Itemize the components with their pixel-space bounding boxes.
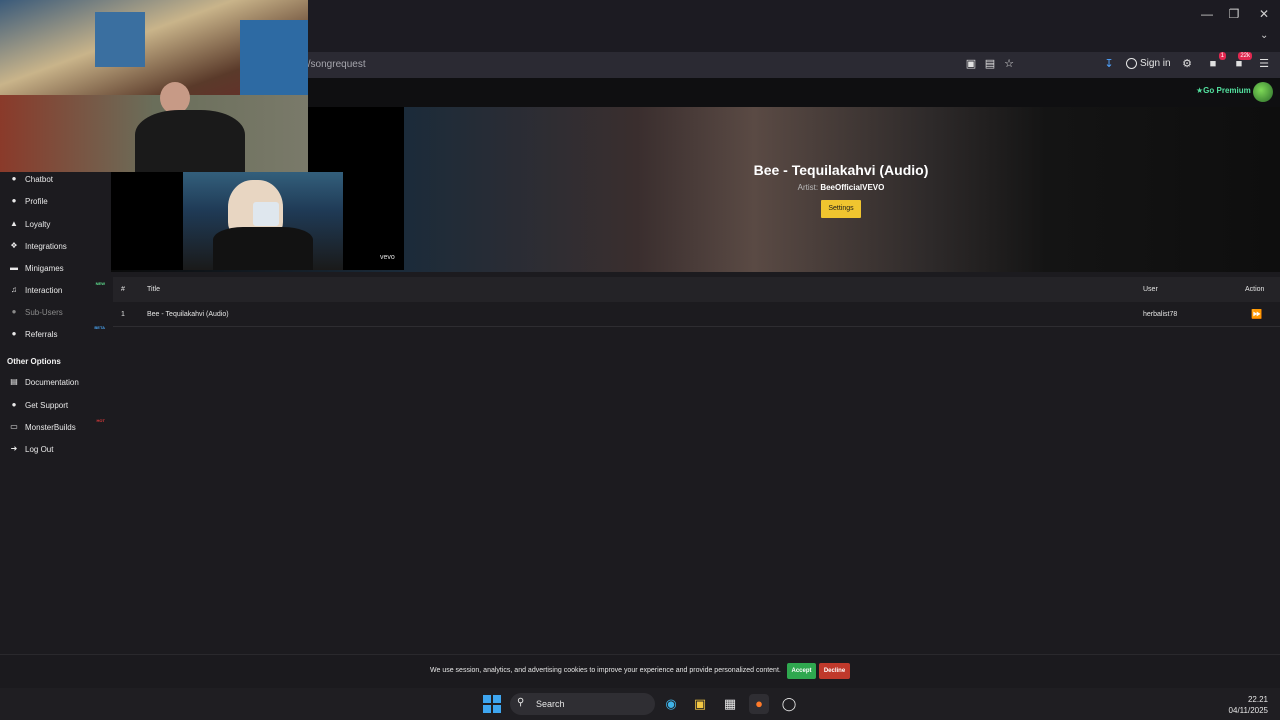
video-thumbnail (183, 172, 343, 270)
row-title: Bee - Tequilakahvi (Audio) (147, 311, 229, 318)
table-header: # Title User Action (113, 277, 1280, 302)
person-body (135, 110, 245, 172)
tab-list-chevron-icon[interactable]: ⌄ (1260, 30, 1268, 41)
beta-badge: BETA (94, 325, 105, 330)
mug-image (253, 202, 279, 226)
profile-icon: ● (11, 196, 17, 205)
edge-browser-icon[interactable]: ◉ (661, 694, 681, 714)
sidebar-item-get-support[interactable]: ● Get Support (0, 395, 111, 415)
clock-time: 22.21 (1247, 695, 1268, 704)
sidebar-item-chatbot[interactable]: ● Chatbot (0, 169, 111, 189)
go-premium-link[interactable]: ★Go Premium (1196, 86, 1251, 95)
sidebar-item-monsterbuilds[interactable]: ▭ MonsterBuilds HOT (0, 417, 111, 437)
steam-icon[interactable]: ◯ (779, 694, 799, 714)
row-index: 1 (121, 311, 125, 318)
vevo-watermark: vevo (380, 254, 395, 261)
logout-icon: ➜ (10, 444, 18, 453)
menu-hamburger-icon[interactable]: ☰ (1256, 56, 1272, 72)
users-icon: ● (11, 307, 17, 316)
sidebar-item-documentation[interactable]: ▤ Documentation (0, 372, 111, 392)
column-header-index: # (121, 286, 125, 293)
settings-button[interactable]: Settings (821, 200, 861, 218)
song-title: Bee - Tequilakahvi (Audio) (753, 162, 929, 178)
taskbar-clock[interactable]: 22.21 04/11/2025 (1220, 694, 1268, 716)
sidebar-item-sub-users[interactable]: ● Sub-Users (0, 302, 111, 322)
decline-cookies-button[interactable]: Decline (819, 663, 850, 679)
restore-icon[interactable]: ❐ (1219, 4, 1249, 24)
picture-in-picture-icon[interactable]: ▣ (963, 56, 979, 72)
trophy-icon: ▲ (10, 219, 18, 228)
singer-body (213, 227, 313, 270)
store-icon[interactable]: ▦ (720, 694, 740, 714)
sidebar-item-interaction[interactable]: ♫ Interaction NEW (0, 280, 111, 300)
extension-notifications-icon[interactable]: ■ 1 (1205, 52, 1226, 72)
column-header-user: User (1143, 286, 1158, 293)
sidebar-item-minigames[interactable]: ▬ Minigames (0, 258, 111, 278)
skip-song-icon[interactable]: ⏩ (1251, 302, 1262, 327)
laptop-icon: ▭ (10, 422, 18, 431)
webcam-overlay (0, 0, 308, 172)
gamepad-icon: ▬ (10, 263, 18, 272)
tapestry-image (95, 12, 145, 67)
firefox-icon[interactable]: ● (749, 694, 769, 714)
extensions-icon[interactable]: ⚙ (1179, 56, 1195, 72)
extension-counter-icon[interactable]: ■ 22k (1231, 52, 1252, 72)
search-icon: ⚲ (517, 697, 525, 708)
music-icon: ♫ (11, 285, 17, 294)
sidebar-item-referrals[interactable]: ● Referrals BETA (0, 324, 111, 344)
sidebar-item-log-out[interactable]: ➜ Log Out (0, 439, 111, 459)
bookmark-star-icon[interactable]: ☆ (1001, 56, 1017, 72)
save-to-pocket-icon[interactable]: ▤ (982, 56, 998, 72)
minimize-icon[interactable]: — (1192, 4, 1222, 24)
book-icon: ▤ (10, 377, 18, 386)
chatbot-icon: ● (11, 174, 17, 183)
integrations-icon: ❖ (10, 241, 18, 250)
table-row: 1 Bee - Tequilakahvi (Audio) herbalist78… (113, 302, 1280, 327)
file-explorer-icon[interactable]: ▣ (690, 694, 710, 714)
sidebar-item-profile[interactable]: ● Profile (0, 191, 111, 211)
song-artist: Artist: BeeOfficialVEVO (797, 183, 885, 192)
close-icon[interactable]: ✕ (1249, 4, 1279, 24)
cookie-consent-text: We use session, analytics, and advertisi… (430, 667, 781, 674)
clock-date: 04/11/2025 (1228, 706, 1268, 715)
account-icon (1126, 57, 1137, 69)
column-header-action: Action (1245, 286, 1265, 293)
taskbar-search-box[interactable]: Search (510, 693, 655, 715)
column-header-title: Title (147, 286, 160, 293)
windows-start-icon[interactable] (483, 695, 501, 713)
row-user: herbalist78 (1143, 311, 1178, 318)
support-icon: ● (11, 400, 17, 409)
hot-badge: HOT (96, 418, 105, 423)
avatar[interactable] (1253, 82, 1273, 102)
sidebar-item-integrations[interactable]: ❖ Integrations (0, 236, 111, 256)
sidebar-item-loyalty[interactable]: ▲ Loyalty (0, 214, 111, 234)
other-options-heading: Other Options (7, 357, 61, 366)
new-badge: NEW (95, 281, 105, 286)
downloads-icon[interactable]: ↧ (1101, 56, 1117, 72)
referrals-icon: ● (11, 329, 17, 338)
sign-in-button[interactable]: Sign in (1126, 56, 1171, 72)
accept-cookies-button[interactable]: Accept (787, 663, 816, 679)
